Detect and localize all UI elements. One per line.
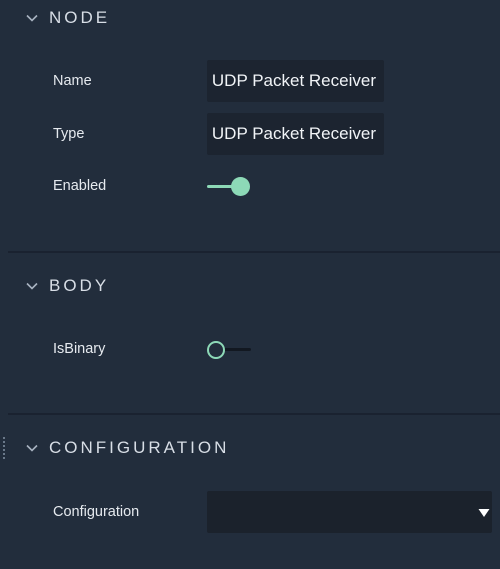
triangle-down-icon — [478, 506, 490, 518]
configuration-select[interactable] — [207, 491, 492, 533]
section-title-body: BODY — [49, 276, 110, 295]
inspector-panel: NODE Name UDP Packet Receiver Type UDP P… — [0, 0, 500, 569]
type-label: Type — [53, 126, 85, 142]
chevron-down-icon[interactable] — [25, 11, 39, 25]
configuration-label: Configuration — [53, 504, 140, 520]
enabled-label: Enabled — [53, 178, 107, 194]
type-field[interactable]: UDP Packet Receiver — [207, 113, 384, 155]
section-header-configuration[interactable]: CONFIGURATION — [0, 430, 500, 466]
name-label: Name — [53, 73, 92, 89]
chevron-down-icon[interactable] — [25, 441, 39, 455]
name-field-value: UDP Packet Receiver — [211, 71, 376, 90]
section-title-node: NODE — [49, 8, 111, 27]
enabled-toggle-knob — [231, 177, 250, 196]
isbinary-toggle-knob — [207, 341, 225, 359]
section-header-node[interactable]: NODE — [0, 0, 500, 36]
type-field-value: UDP Packet Receiver — [211, 124, 376, 143]
chevron-down-icon[interactable] — [25, 279, 39, 293]
isbinary-toggle[interactable] — [207, 337, 257, 361]
enabled-toggle[interactable] — [207, 174, 257, 198]
isbinary-toggle-track — [221, 348, 251, 351]
section-header-body[interactable]: BODY — [0, 268, 500, 304]
isbinary-label: IsBinary — [53, 341, 106, 357]
section-divider — [8, 413, 500, 415]
name-field[interactable]: UDP Packet Receiver — [207, 60, 384, 102]
section-title-configuration: CONFIGURATION — [49, 438, 230, 457]
section-divider — [8, 251, 500, 253]
